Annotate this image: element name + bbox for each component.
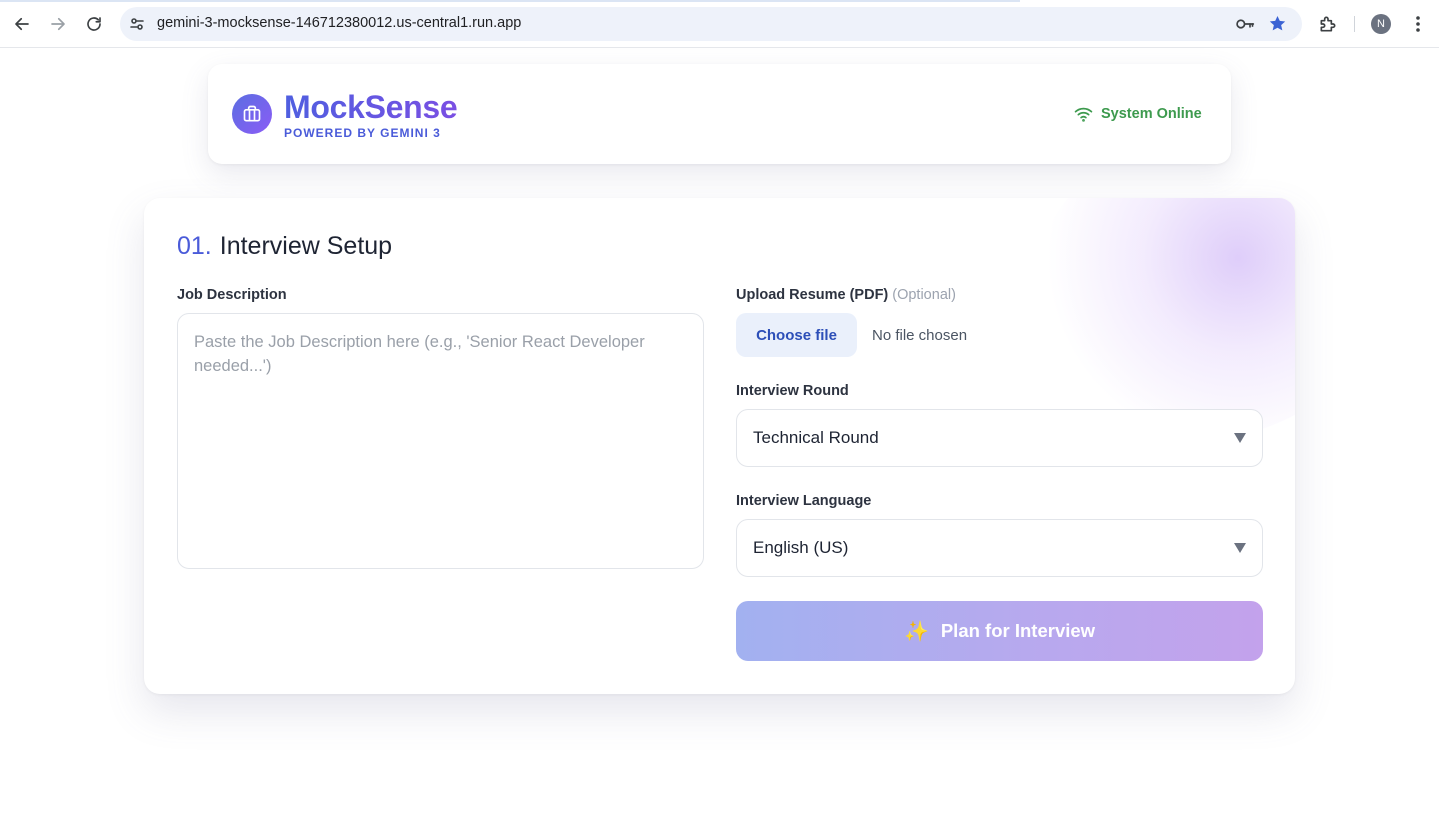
sparkles-icon: ✨ xyxy=(903,620,929,643)
address-bar[interactable]: gemini-3-mocksense-146712380012.us-centr… xyxy=(120,7,1302,41)
job-description-label: Job Description xyxy=(177,287,287,303)
back-icon[interactable] xyxy=(10,12,34,36)
brand-tagline: POWERED BY GEMINI 3 xyxy=(284,126,441,140)
interview-language-label: Interview Language xyxy=(736,493,872,509)
wifi-icon xyxy=(1074,107,1093,122)
more-menu-icon[interactable] xyxy=(1409,14,1427,34)
app-header: MockSense POWERED BY GEMINI 3 System Onl… xyxy=(208,64,1231,164)
interview-round-value: Technical Round xyxy=(753,428,879,447)
section-title-text: Interview Setup xyxy=(219,232,393,260)
section-title: 01. Interview Setup xyxy=(177,232,392,261)
password-key-icon[interactable] xyxy=(1235,15,1255,33)
site-settings-icon[interactable] xyxy=(129,16,145,32)
plan-button-label: Plan for Interview xyxy=(940,620,1096,641)
url-text[interactable]: gemini-3-mocksense-146712380012.us-centr… xyxy=(157,15,521,31)
job-description-textarea[interactable] xyxy=(177,313,704,569)
browser-toolbar: gemini-3-mocksense-146712380012.us-centr… xyxy=(0,0,1439,48)
system-status: System Online xyxy=(1074,106,1202,122)
tab-strip-edge xyxy=(0,0,1020,2)
interview-setup-card: 01.Interview Setup Job Description Uploa… xyxy=(144,198,1295,694)
interview-language-select[interactable]: English (US) xyxy=(736,519,1263,577)
choose-file-button[interactable]: Choose file xyxy=(736,313,857,357)
brand-name: MockSense xyxy=(284,89,458,125)
toolbar-divider xyxy=(1354,16,1355,32)
decorative-glow xyxy=(1034,198,1295,438)
extensions-puzzle-icon[interactable] xyxy=(1318,14,1338,34)
plan-for-interview-button[interactable]: ✨ Plan for Interview xyxy=(736,601,1263,661)
optional-note: (Optional) xyxy=(892,287,956,303)
caret-down-icon xyxy=(1234,543,1246,553)
status-text: System Online xyxy=(1101,106,1202,122)
section-number: 01. xyxy=(177,232,212,260)
briefcase-icon xyxy=(232,94,272,134)
interview-language-value: English (US) xyxy=(753,538,849,557)
caret-down-icon xyxy=(1234,433,1246,443)
bookmark-star-icon[interactable] xyxy=(1268,14,1287,33)
reload-icon[interactable] xyxy=(82,12,106,36)
interview-round-label: Interview Round xyxy=(736,383,849,399)
file-status: No file chosen xyxy=(872,327,968,344)
resume-label: Upload Resume (PDF) (Optional) xyxy=(736,287,956,303)
forward-icon[interactable] xyxy=(46,12,70,36)
resume-label-text: Upload Resume (PDF) xyxy=(736,287,889,303)
profile-avatar[interactable]: N xyxy=(1371,14,1391,34)
interview-round-select[interactable]: Technical Round xyxy=(736,409,1263,467)
